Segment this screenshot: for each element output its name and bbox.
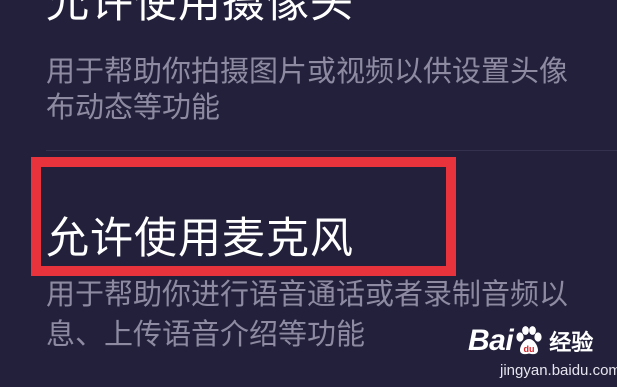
watermark-product: 经验 (549, 331, 594, 356)
permission-settings-screen: 允许使用摄像头 用于帮助你拍摄图片或视频以供设置头像 布动态等功能 允许使用麦克… (0, 0, 617, 387)
watermark-url: jingyan.baidu.com (500, 362, 617, 379)
baidu-jingyan-watermark: Bai du 经验 (468, 318, 593, 364)
permission-description: 用于帮助你拍摄图片或视频以供设置头像 (46, 54, 569, 88)
permission-description: 用于帮助你进行语音通话或者录制音频以 (46, 277, 569, 311)
permission-item-camera[interactable]: 允许使用摄像头 用于帮助你拍摄图片或视频以供设置头像 布动态等功能 (0, 0, 617, 150)
permission-title: 允许使用摄像头 (46, 0, 354, 28)
watermark-brand-left: Bai (468, 324, 514, 357)
permission-description: 布动态等功能 (46, 90, 221, 124)
svg-text:du: du (524, 344, 535, 354)
baidu-paw-icon: du (516, 326, 542, 355)
permission-title: 允许使用麦克风 (46, 214, 354, 264)
